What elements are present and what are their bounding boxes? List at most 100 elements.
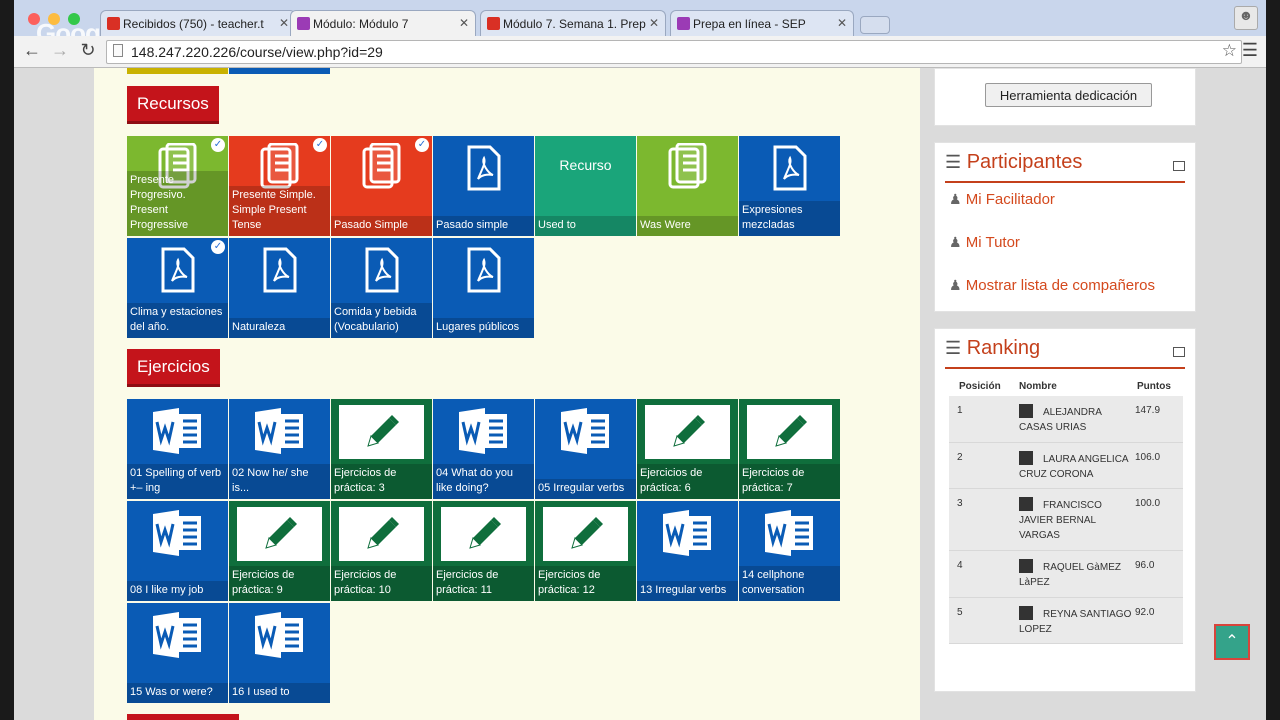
menu-lines-icon: ☰ [945,338,962,358]
tab-bar: Google Recibidos (750) - teacher.t ✕ Módul… [14,0,1266,48]
rank-position: 5 [957,607,963,618]
tile-label: Presente Simple. Simple Present Tense [229,186,330,236]
new-tab-button[interactable] [860,16,890,34]
rank-position: 3 [957,498,963,509]
moodle-icon [677,17,690,30]
participant-link[interactable]: ♟ Mi Facilitador [949,191,1055,208]
participant-link-text: Mi Tutor [965,234,1020,251]
ejercicios-tile[interactable]: 02 Now he/ she is... [229,399,330,499]
recursos-tile[interactable]: Presente Progresivo. Present Progressive… [127,136,228,236]
close-tab-icon[interactable]: ✕ [837,16,847,30]
bookmark-star-icon[interactable]: ☆ [1222,41,1237,61]
close-tab-icon[interactable]: ✕ [649,16,659,30]
ejercicios-tile[interactable]: 13 Irregular verbs [637,501,738,601]
ranking-block: ☰ Ranking Posición Nombre Puntos 1 ALEJAN… [934,328,1196,692]
tile-label: Lugares públicos [433,318,534,338]
google-plus-icon [487,17,500,30]
participant-link[interactable]: ♟ Mi Tutor [949,234,1020,251]
ranking-row: 2 LAURA ANGELICA CRUZ CORONA 106.0 [949,443,1183,489]
moodle-icon [297,17,310,30]
completion-check-icon[interactable]: ✓ [211,138,225,152]
ejercicios-tile[interactable]: 14 cellphone conversation [739,501,840,601]
collapse-icon[interactable] [1173,161,1185,171]
ejercicios-tile[interactable]: Ejercicios de práctica: 7 [739,399,840,499]
back-arrow-icon[interactable]: ← [20,40,44,61]
recursos-tile[interactable]: Presente Simple. Simple Present Tense ✓ [229,136,330,236]
recursos-tile[interactable]: Expresiones mezcladas [739,136,840,236]
partial-tile [229,68,330,74]
recursos-tile[interactable]: Pasado Simple ✓ [331,136,432,236]
browser-tab[interactable]: Recibidos (750) - teacher.t ✕ [100,10,296,36]
col-header-puntos: Puntos [1137,381,1171,392]
ejercicios-tile[interactable]: Ejercicios de práctica: 10 [331,501,432,601]
rank-name: RAQUEL GàMEZ LàPEZ [1019,562,1121,588]
tile-label: 13 Irregular verbs [637,581,738,601]
recursos-tile[interactable]: Comida y bebida (Vocabulario) [331,238,432,338]
rank-points: 106.0 [1135,452,1161,463]
recursos-tile[interactable]: Was Were [637,136,738,236]
rank-points: 96.0 [1135,560,1155,571]
reload-icon[interactable]: ↻ [76,40,100,61]
tile-label: Ejercicios de práctica: 6 [637,464,738,499]
profile-icon[interactable]: ☻ [1234,6,1258,30]
tab-title: Prepa en línea - SEP [693,17,806,31]
ejercicios-tile[interactable]: Ejercicios de práctica: 3 [331,399,432,499]
ejercicios-tile[interactable]: Ejercicios de práctica: 9 [229,501,330,601]
gmail-icon [107,17,120,30]
dedicacion-block: Herramienta dedicación [934,68,1196,126]
tile-label: Naturaleza [229,318,330,338]
completion-check-icon[interactable]: ✓ [415,138,429,152]
close-tab-icon[interactable]: ✕ [279,16,289,30]
pdf-icon [229,238,330,302]
recursos-tile[interactable]: Clima y estaciones del año. ✓ [127,238,228,338]
dedicacion-button[interactable]: Herramienta dedicación [985,83,1152,107]
rank-name: LAURA ANGELICA CRUZ CORONA [1019,454,1129,480]
completion-check-icon[interactable]: ✓ [313,138,327,152]
ejercicios-tile[interactable]: Ejercicios de práctica: 11 [433,501,534,601]
recursos-tile[interactable]: Naturaleza [229,238,330,338]
tile-label: 16 I used to [229,683,330,703]
menu-icon[interactable]: ☰ [1238,40,1262,61]
completion-check-icon[interactable]: ✓ [211,240,225,254]
ejercicios-tile[interactable]: 08 I like my job [127,501,228,601]
recursos-tile[interactable]: Lugares públicos [433,238,534,338]
tile-label: Ejercicios de práctica: 12 [535,566,636,601]
pencil-icon [441,507,526,561]
url-text: 148.247.220.226/course/view.php?id=29 [131,44,383,60]
ejercicios-tile[interactable]: 04 What do you like doing? [433,399,534,499]
section-ejercicios-header: Ejercicios [127,349,220,387]
forward-arrow-icon[interactable]: → [48,40,72,61]
tile-label: Comida y bebida (Vocabulario) [331,303,432,338]
ejercicios-tile[interactable]: 01 Spelling of verb +– ing [127,399,228,499]
pdf-icon [331,238,432,302]
browser-tab[interactable]: Módulo: Módulo 7 ✕ [290,10,476,36]
ejercicios-tile[interactable]: 15 Was or were? [127,603,228,703]
tile-label: 02 Now he/ she is... [229,464,330,499]
recursos-tile[interactable]: Pasado simple [433,136,534,236]
pencil-icon [645,405,730,459]
ejercicios-tile[interactable]: 05 Irregular verbs [535,399,636,499]
section-recursos-header: Recursos [127,86,219,124]
address-bar[interactable]: 148.247.220.226/course/view.php?id=29 ☆ [106,40,1242,64]
ranking-row: 3 FRANCISCO JAVIER BERNAL VARGAS 100.0 [949,489,1183,551]
recursos-tile[interactable]: Recurso Used to [535,136,636,236]
tile-label: Ejercicios de práctica: 3 [331,464,432,499]
tile-label: Presente Progresivo. Present Progressive [127,171,228,236]
scroll-to-top-button[interactable]: ⌃ [1214,624,1250,660]
rank-name: ALEJANDRA CASAS URIAS [1019,407,1102,433]
title-underline [945,367,1185,369]
close-tab-icon[interactable]: ✕ [459,16,469,30]
participantes-title-text: Participantes [966,151,1083,173]
ranking-row: 1 ALEJANDRA CASAS URIAS 147.9 [949,396,1183,443]
ejercicios-tile[interactable]: 16 I used to [229,603,330,703]
ejercicios-tile[interactable]: Ejercicios de práctica: 12 [535,501,636,601]
browser-tab[interactable]: Prepa en línea - SEP ✕ [670,10,854,36]
col-header-nombre: Nombre [1019,381,1057,392]
browser-tab[interactable]: Módulo 7. Semana 1. Prep ✕ [480,10,666,36]
ejercicios-tile[interactable]: Ejercicios de práctica: 6 [637,399,738,499]
tile-label: Ejercicios de práctica: 7 [739,464,840,499]
participant-link[interactable]: ♟ Mostrar lista de compañeros [949,277,1155,294]
collapse-icon[interactable] [1173,347,1185,357]
page-icon [113,44,123,57]
pdf-icon [739,136,840,200]
